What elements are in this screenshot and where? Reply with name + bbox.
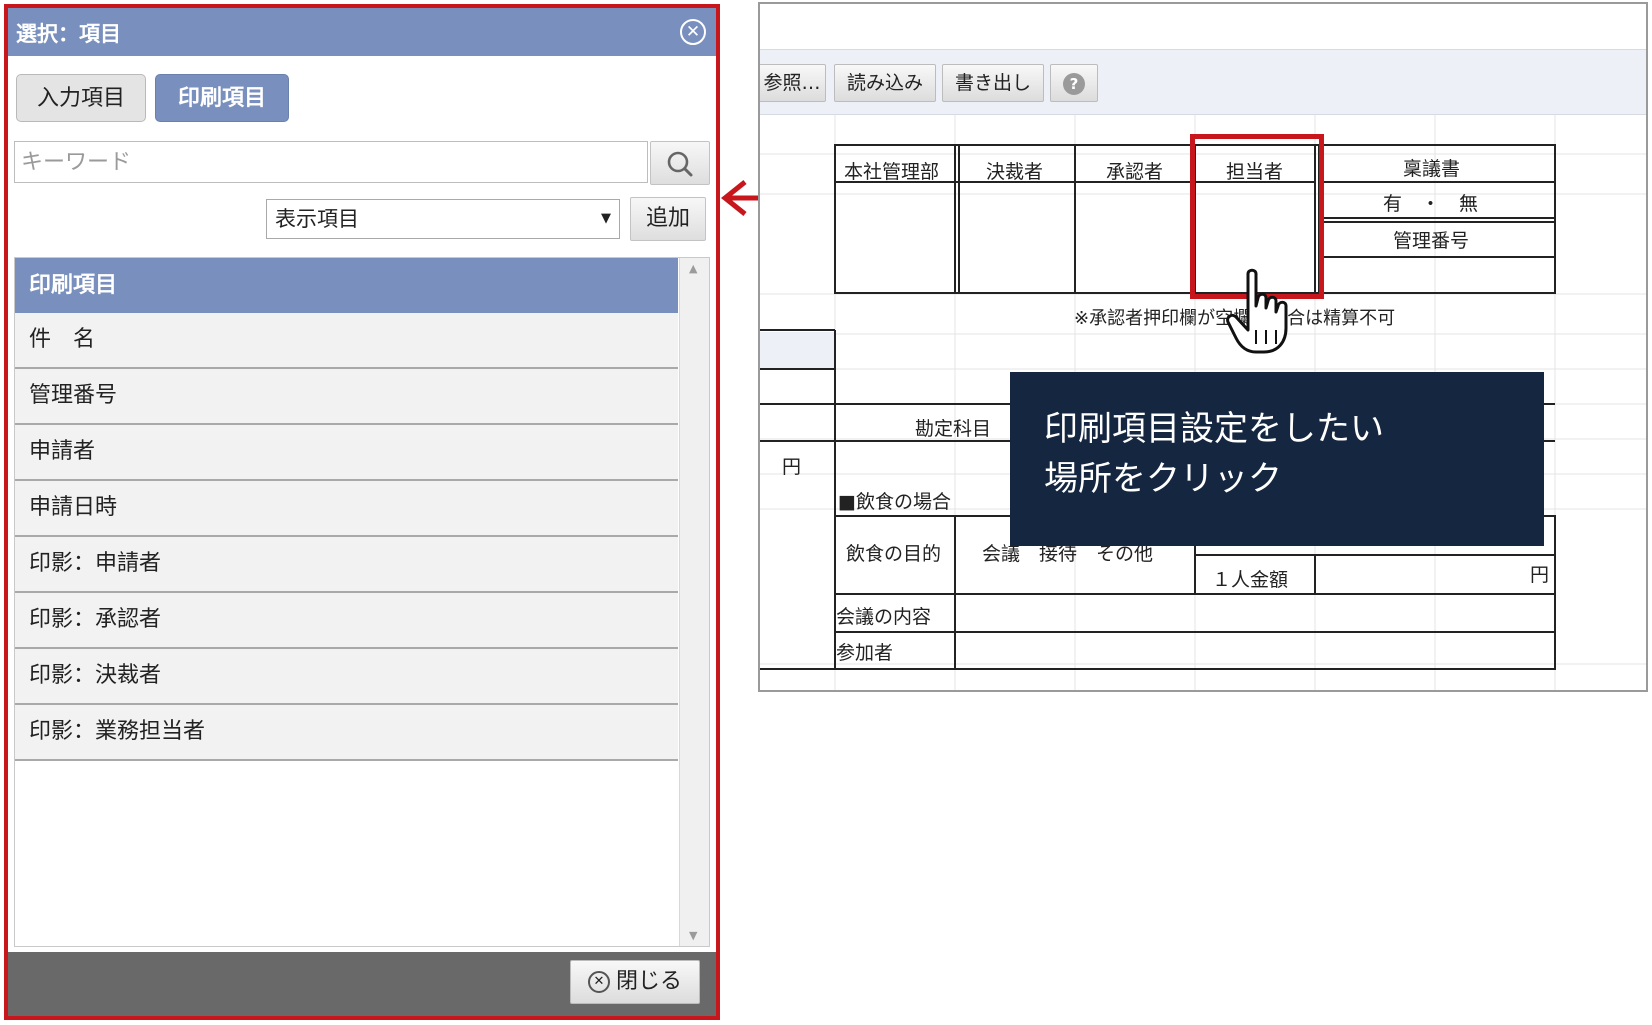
search-button[interactable] — [650, 141, 710, 185]
per-person-yen: 円 — [1530, 564, 1550, 586]
meeting-content-label: 会議の内容 — [836, 606, 932, 628]
dialog-footer: ✕ 閉じる — [8, 952, 716, 1016]
add-button[interactable]: 追加 — [630, 197, 706, 241]
scroll-up-icon[interactable]: ▲ — [689, 262, 697, 275]
header-head-office: 本社管理部 — [844, 161, 940, 183]
sheet-grid — [760, 115, 1646, 690]
kanjo-label: 勘定科目 — [915, 418, 992, 440]
keyword-search-input[interactable] — [14, 141, 648, 183]
header-decider: 決裁者 — [986, 161, 1044, 183]
food-heading: ■飲食の場合 — [838, 491, 951, 513]
list-item[interactable]: 管理番号 — [15, 369, 678, 425]
list-scrollbar[interactable]: ▲ ▼ — [679, 258, 709, 946]
callout-line-2: 場所をクリック — [1044, 459, 1282, 499]
search-icon — [667, 151, 693, 177]
spreadsheet-preview: 参照… 読み込み 書き出し ? 本社管理部 決裁者 承認者 担当者 稟議書 有 … — [758, 2, 1648, 692]
close-button[interactable]: ✕ 閉じる — [570, 960, 700, 1004]
dialog-title: 選択：項目 — [16, 22, 121, 46]
ringi-label: 稟議書 — [1403, 158, 1461, 180]
print-item-list: 印刷項目 件 名 管理番号 申請者 申請日時 印影：申請者 印影：承認者 印影：… — [14, 257, 710, 947]
list-item[interactable]: 印影：申請者 — [15, 537, 678, 593]
display-item-select[interactable]: 表示項目 ▼ — [266, 199, 620, 239]
close-icon[interactable]: ✕ — [680, 19, 706, 45]
item-select-dialog: 選択：項目 ✕ 入力項目 印刷項目 表示項目 ▼ 追加 印刷項目 件 名 管理番… — [4, 4, 720, 1020]
scroll-down-icon[interactable]: ▼ — [689, 929, 697, 942]
tab-input-items[interactable]: 入力項目 — [16, 74, 146, 122]
list-item[interactable]: 申請日時 — [15, 481, 678, 537]
list-item[interactable]: 印影：業務担当者 — [15, 705, 678, 761]
tab-print-items[interactable]: 印刷項目 — [155, 74, 289, 122]
list-item[interactable]: 印影：決裁者 — [15, 649, 678, 705]
participants-label: 参加者 — [836, 642, 894, 664]
umu-label: 有 ・ 無 — [1383, 193, 1479, 215]
hand-pointer-icon — [1226, 268, 1288, 354]
per-person-label: １人金額 — [1212, 569, 1289, 591]
kanri-number-label: 管理番号 — [1393, 230, 1470, 252]
close-circle-icon: ✕ — [587, 971, 610, 993]
instruction-callout: 印刷項目設定をしたい 場所をクリック — [1010, 372, 1544, 546]
dialog-header: 選択：項目 ✕ — [8, 8, 716, 56]
list-item[interactable]: 申請者 — [15, 425, 678, 481]
food-purpose-label: 飲食の目的 — [846, 543, 942, 565]
list-item[interactable]: 件 名 — [15, 313, 678, 369]
list-item[interactable]: 印影：承認者 — [15, 593, 678, 649]
yen-label: 円 — [782, 456, 802, 478]
callout-line-1: 印刷項目設定をしたい — [1044, 409, 1384, 449]
header-approver: 承認者 — [1106, 161, 1164, 183]
chevron-down-icon: ▼ — [601, 211, 611, 226]
list-header: 印刷項目 — [15, 258, 678, 313]
close-button-label: 閉じる — [615, 969, 682, 994]
select-value: 表示項目 — [275, 207, 359, 231]
